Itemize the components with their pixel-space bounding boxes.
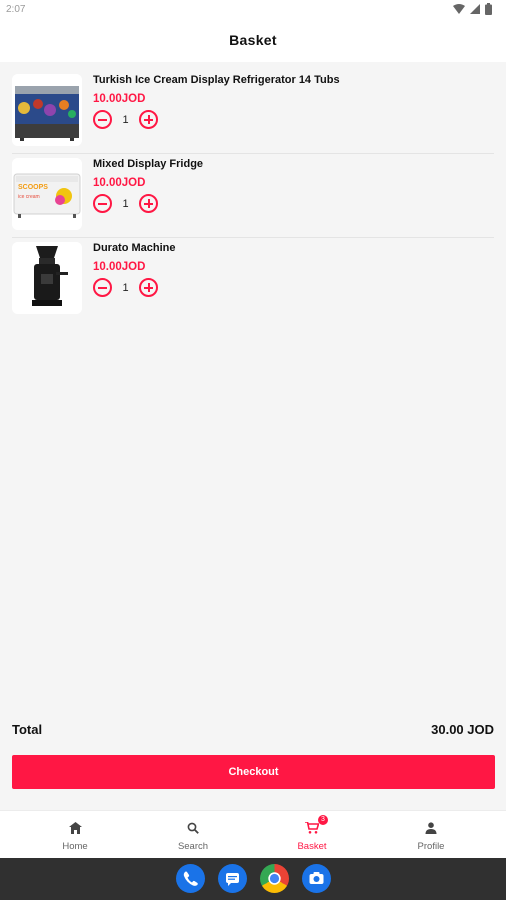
wifi-icon xyxy=(453,4,465,14)
plus-icon-vertical xyxy=(147,115,150,124)
status-time: 2:07 xyxy=(6,4,26,15)
quantity-stepper: 1 xyxy=(93,194,158,213)
product-price: 10.00JOD xyxy=(93,261,146,273)
messages-icon[interactable] xyxy=(218,864,247,893)
system-dock xyxy=(0,858,506,900)
nav-profile-label: Profile xyxy=(417,841,445,852)
product-name: Mixed Display Fridge xyxy=(93,158,204,170)
chrome-icon[interactable] xyxy=(260,864,289,893)
status-icons xyxy=(453,3,492,15)
decrease-quantity-button[interactable] xyxy=(93,278,112,297)
product-image: SCOOPS ice cream xyxy=(12,158,82,230)
product-price: 10.00JOD xyxy=(93,93,146,105)
status-bar: 2:07 xyxy=(0,0,506,20)
basket-item[interactable]: Durato Machine 10.00JOD 1 xyxy=(0,238,506,322)
increase-quantity-button[interactable] xyxy=(139,278,158,297)
quantity-stepper: 1 xyxy=(93,278,158,297)
cart-icon xyxy=(305,821,320,834)
svg-text:ice cream: ice cream xyxy=(18,194,40,200)
search-icon xyxy=(187,822,199,834)
total-row: Total 30.00 JOD xyxy=(12,722,494,740)
quantity-value: 1 xyxy=(122,197,129,210)
camera-icon[interactable] xyxy=(302,864,331,893)
nav-search[interactable]: Search xyxy=(153,821,233,852)
battery-icon xyxy=(485,3,492,15)
product-image xyxy=(12,242,82,314)
product-name: Turkish Ice Cream Display Refrigerator 1… xyxy=(93,74,340,86)
nav-search-label: Search xyxy=(177,841,209,852)
plus-icon-vertical xyxy=(147,283,150,292)
basket-list: Turkish Ice Cream Display Refrigerator 1… xyxy=(0,70,506,322)
app-bar: Basket xyxy=(0,20,506,62)
basket-item[interactable]: SCOOPS ice cream Mixed Display Fridge 10… xyxy=(0,154,506,238)
nav-home[interactable]: Home xyxy=(35,821,115,852)
page-title: Basket xyxy=(229,32,277,48)
nav-profile[interactable]: Profile xyxy=(391,821,471,852)
increase-quantity-button[interactable] xyxy=(139,194,158,213)
plus-icon-vertical xyxy=(147,199,150,208)
total-value: 30.00 JOD xyxy=(431,722,494,737)
nav-home-label: Home xyxy=(62,841,88,852)
minus-icon xyxy=(98,202,107,205)
quantity-value: 1 xyxy=(122,281,129,294)
decrease-quantity-button[interactable] xyxy=(93,194,112,213)
product-price: 10.00JOD xyxy=(93,177,146,189)
nav-basket[interactable]: 3 Basket xyxy=(272,815,352,852)
person-icon xyxy=(425,822,437,834)
svg-text:SCOOPS: SCOOPS xyxy=(18,184,48,191)
home-icon xyxy=(68,822,82,834)
nav-basket-label: Basket xyxy=(297,841,327,852)
signal-icon xyxy=(470,4,480,14)
basket-item[interactable]: Turkish Ice Cream Display Refrigerator 1… xyxy=(0,70,506,154)
phone-icon[interactable] xyxy=(176,864,205,893)
dock-apps xyxy=(176,864,331,893)
bottom-navigation: Home Search 3 Basket Profile xyxy=(0,810,506,859)
product-name: Durato Machine xyxy=(93,242,176,254)
checkout-button[interactable]: Checkout xyxy=(12,755,495,789)
total-label: Total xyxy=(12,722,43,737)
minus-icon xyxy=(98,118,107,121)
minus-icon xyxy=(98,286,107,289)
quantity-value: 1 xyxy=(122,113,129,126)
decrease-quantity-button[interactable] xyxy=(93,110,112,129)
product-image xyxy=(12,74,82,146)
quantity-stepper: 1 xyxy=(93,110,158,129)
increase-quantity-button[interactable] xyxy=(139,110,158,129)
basket-count-badge: 3 xyxy=(318,815,328,825)
